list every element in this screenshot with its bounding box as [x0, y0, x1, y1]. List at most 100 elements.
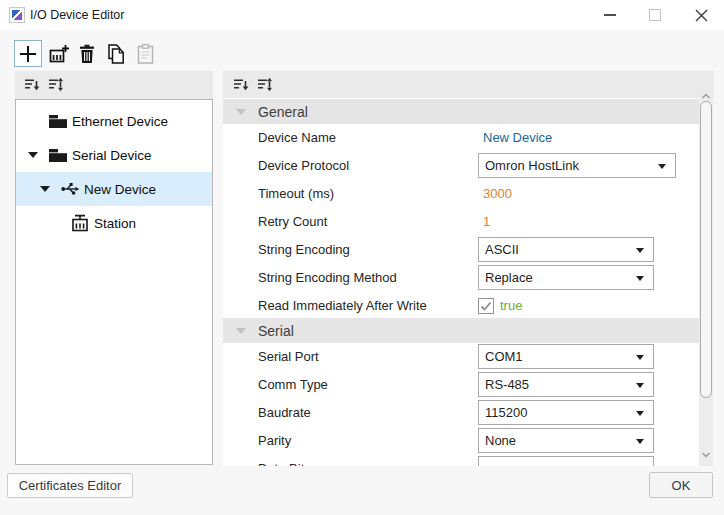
- section-collapse-icon: [236, 328, 246, 334]
- property-value[interactable]: 3000: [483, 180, 512, 208]
- collapse-all-icon[interactable]: [24, 77, 40, 96]
- chevron-down-icon: [636, 383, 644, 388]
- dropdown-comm-type[interactable]: RS-485: [478, 372, 654, 397]
- dropdown-parity[interactable]: None: [478, 428, 654, 453]
- property-label: Device Name: [258, 124, 336, 152]
- ok-button[interactable]: OK: [649, 472, 713, 498]
- dropdown-device-protocol[interactable]: Omron HostLink: [478, 153, 676, 178]
- property-row-device-name: Device Name New Device: [223, 124, 699, 152]
- folder-icon: [48, 113, 68, 129]
- add-device-button[interactable]: [14, 40, 42, 67]
- dropdown-data-bits[interactable]: [478, 456, 654, 466]
- expander-arrow-icon[interactable]: [27, 152, 39, 158]
- property-label: Timeout (ms): [258, 180, 334, 208]
- property-label: Device Protocol: [258, 152, 349, 180]
- tree-item-label: Ethernet Device: [72, 114, 168, 129]
- minimize-button[interactable]: [593, 0, 627, 30]
- title-bar: I/O Device Editor: [0, 0, 724, 30]
- checkbox-read-immediately-after-write[interactable]: [478, 298, 494, 314]
- dropdown-value: None: [485, 433, 516, 448]
- property-row-device-protocol: Device Protocol Omron HostLink: [223, 152, 699, 180]
- property-label: Serial Port: [258, 343, 319, 371]
- copy-button[interactable]: [102, 40, 130, 67]
- chevron-down-icon: [658, 164, 666, 169]
- chevron-down-icon: [636, 248, 644, 253]
- chevron-down-icon: [636, 439, 644, 444]
- paste-button[interactable]: [131, 40, 159, 67]
- paste-icon: [137, 44, 154, 64]
- window-title: I/O Device Editor: [30, 0, 124, 30]
- property-value[interactable]: 1: [483, 208, 490, 236]
- tree-item-label: Station: [94, 216, 136, 231]
- chevron-down-icon: [636, 355, 644, 360]
- close-button[interactable]: [684, 0, 718, 30]
- dropdown-string-encoding[interactable]: ASCII: [478, 237, 654, 262]
- dropdown-value: RS-485: [485, 377, 529, 392]
- plus-icon: [19, 45, 37, 63]
- property-label: Retry Count: [258, 208, 327, 236]
- folder-icon: [48, 147, 68, 163]
- property-label: Read Immediately After Write: [258, 292, 427, 320]
- property-grid: GeneralDevice NameNew DeviceDevice Proto…: [223, 98, 699, 466]
- dropdown-baudrate[interactable]: 115200: [478, 400, 654, 425]
- certificates-editor-button[interactable]: Certificates Editor: [7, 473, 133, 498]
- scrollbar-down-button[interactable]: [699, 448, 713, 462]
- property-label: Baudrate: [258, 399, 311, 427]
- station-icon: [71, 214, 89, 232]
- property-label: Parity: [258, 427, 291, 455]
- trash-icon: [78, 44, 96, 64]
- property-row-baudrate: Baudrate 115200: [223, 399, 699, 427]
- property-label: Comm Type: [258, 371, 328, 399]
- copy-icon: [106, 44, 126, 64]
- tree-toolbar: [15, 71, 213, 99]
- station-plus-icon: [49, 44, 71, 64]
- properties-toolbar: [223, 71, 714, 98]
- tree-item-label: New Device: [84, 182, 156, 197]
- scrollbar-up-button[interactable]: [699, 88, 713, 100]
- property-row-string-encoding-method: String Encoding Method Replace: [223, 264, 699, 292]
- scrollbar-thumb[interactable]: [700, 101, 712, 398]
- usb-device-icon: [61, 181, 80, 197]
- section-collapse-icon: [236, 109, 246, 115]
- property-row-timeout-ms-: Timeout (ms) 3000: [223, 180, 699, 208]
- chevron-down-icon: [636, 411, 644, 416]
- dropdown-value: ASCII: [485, 242, 519, 257]
- device-tree: Ethernet Device Serial Device New Device St…: [15, 99, 213, 465]
- property-row-serial-port: Serial Port COM1: [223, 343, 699, 371]
- app-icon: [9, 7, 25, 23]
- tree-item-new-device[interactable]: New Device: [16, 172, 212, 206]
- property-row-retry-count: Retry Count 1: [223, 208, 699, 236]
- tree-item-label: Serial Device: [72, 148, 152, 163]
- section-header-general[interactable]: General: [223, 99, 699, 124]
- dropdown-serial-port[interactable]: COM1: [478, 344, 654, 369]
- dropdown-string-encoding-method[interactable]: Replace: [478, 265, 654, 290]
- expand-all-icon[interactable]: [48, 77, 64, 96]
- tree-item-serial-device[interactable]: Serial Device: [16, 138, 212, 172]
- property-value[interactable]: New Device: [483, 124, 552, 152]
- maximize-button[interactable]: [638, 0, 672, 30]
- chevron-down-icon: [636, 276, 644, 281]
- dropdown-value: Omron HostLink: [485, 158, 579, 173]
- section-header-serial[interactable]: Serial: [223, 318, 699, 343]
- property-row-data-bits: Data Bits: [223, 455, 699, 466]
- section-title: Serial: [258, 323, 294, 339]
- property-row-string-encoding: String Encoding ASCII: [223, 236, 699, 264]
- dropdown-value: COM1: [485, 349, 523, 364]
- expand-all-icon[interactable]: [257, 77, 273, 96]
- section-title: General: [258, 104, 308, 120]
- checkbox-value-label: true: [500, 292, 522, 320]
- property-label: Data Bits: [258, 455, 311, 466]
- property-label: String Encoding Method: [258, 264, 397, 292]
- check-icon: [479, 299, 493, 313]
- property-label: String Encoding: [258, 236, 350, 264]
- close-icon: [684, 0, 718, 30]
- property-row-read-immediately-after-write: Read Immediately After Write true: [223, 292, 699, 320]
- add-station-button[interactable]: [46, 40, 74, 67]
- collapse-all-icon[interactable]: [233, 77, 249, 96]
- tree-item-ethernet-device[interactable]: Ethernet Device: [16, 104, 212, 138]
- tree-item-station[interactable]: Station: [16, 206, 212, 240]
- delete-button[interactable]: [73, 40, 101, 67]
- expander-arrow-icon[interactable]: [39, 186, 51, 192]
- property-row-parity: Parity None: [223, 427, 699, 455]
- dropdown-value: Replace: [485, 270, 533, 285]
